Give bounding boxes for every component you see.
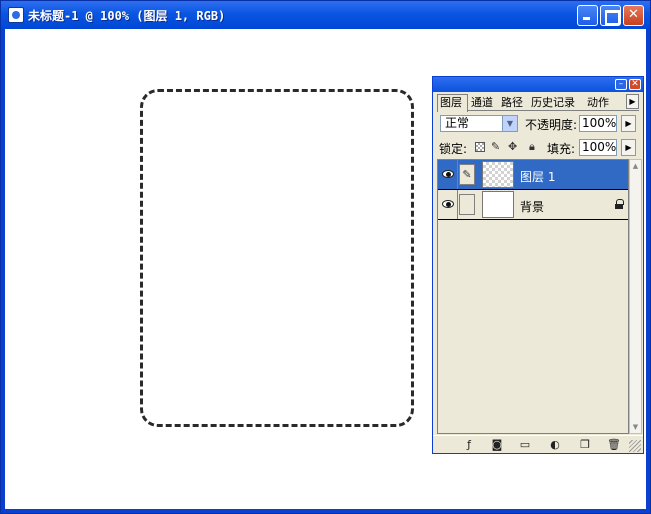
- opacity-slider-button[interactable]: ▶: [621, 115, 636, 132]
- blend-mode-select[interactable]: 正常 ▼: [440, 115, 518, 132]
- lock-icon: [614, 199, 624, 210]
- lock-transparent-pixels-icon[interactable]: [475, 142, 485, 152]
- blend-mode-value: 正常: [445, 116, 470, 130]
- adjustment-layer-icon[interactable]: ◐: [549, 439, 561, 451]
- layers-palette: – ✕ 图层 通道 路径 历史记录 动作 ▶ 正常 ▼ 不透明度: 100% ▶…: [432, 76, 644, 454]
- layer-name[interactable]: 图层 1: [520, 168, 555, 185]
- tab-actions[interactable]: 动作: [585, 95, 623, 111]
- layer-thumbnail: [482, 161, 514, 188]
- document-window: 未标题-1 @ 100% (图层 1, RGB) ✕ – ✕ 图层 通道 路径 …: [0, 0, 651, 514]
- lock-image-pixels-icon[interactable]: ✎: [491, 141, 500, 153]
- layer-mask-icon[interactable]: ◙: [491, 439, 503, 451]
- palette-tabs: 图层 通道 路径 历史记录 动作: [437, 94, 639, 112]
- rounded-rectangle-selection: [140, 89, 414, 427]
- minimize-button[interactable]: [577, 5, 598, 26]
- layer-row-layer-1[interactable]: ✎ 图层 1: [438, 160, 628, 190]
- window-title: 未标题-1 @ 100% (图层 1, RGB): [28, 9, 226, 23]
- layer-row-background[interactable]: 背景: [438, 190, 628, 220]
- scroll-up-icon[interactable]: ▲: [630, 160, 641, 172]
- tab-channels[interactable]: 通道: [469, 95, 498, 111]
- opacity-input[interactable]: 100%: [579, 115, 617, 132]
- palette-close-button[interactable]: ✕: [629, 79, 641, 90]
- layer-name[interactable]: 背景: [520, 198, 544, 215]
- photoshop-document-icon[interactable]: [8, 7, 24, 23]
- chevron-down-icon[interactable]: ▼: [502, 116, 517, 131]
- eye-icon: [442, 200, 454, 208]
- fill-input[interactable]: 100%: [579, 139, 617, 156]
- fill-label: 填充:: [547, 142, 576, 156]
- title-bar[interactable]: 未标题-1 @ 100% (图层 1, RGB) ✕: [1, 1, 650, 29]
- tab-history[interactable]: 历史记录: [529, 95, 584, 111]
- new-layer-icon[interactable]: ❐: [579, 439, 591, 451]
- palette-title-bar[interactable]: – ✕: [433, 77, 643, 92]
- layer-list-scrollbar[interactable]: ▲ ▼: [629, 159, 642, 434]
- link-cell[interactable]: [459, 194, 475, 215]
- lock-label: 锁定:: [439, 142, 468, 156]
- tab-paths[interactable]: 路径: [499, 95, 528, 111]
- palette-footer: ƒ ◙ ▭ ◐ ❐ 🗑︎: [433, 435, 643, 453]
- new-group-icon[interactable]: ▭: [519, 439, 531, 451]
- brush-link-icon[interactable]: ✎: [459, 164, 475, 185]
- layer-style-icon[interactable]: ƒ: [463, 439, 475, 451]
- layer-list: ✎ 图层 1 背景: [437, 159, 629, 434]
- close-button[interactable]: ✕: [623, 5, 644, 26]
- fill-slider-button[interactable]: ▶: [621, 139, 636, 156]
- visibility-toggle[interactable]: [438, 160, 458, 189]
- palette-menu-button[interactable]: ▶: [626, 94, 639, 109]
- palette-minimize-button[interactable]: –: [615, 79, 627, 90]
- maximize-button[interactable]: [600, 5, 621, 26]
- visibility-toggle[interactable]: [438, 190, 458, 219]
- resize-grip[interactable]: [629, 440, 641, 452]
- tab-layers[interactable]: 图层: [437, 94, 468, 112]
- scroll-down-icon[interactable]: ▼: [630, 421, 641, 433]
- eye-icon: [442, 170, 454, 178]
- lock-all-icon[interactable]: 🔒︎: [529, 141, 535, 153]
- layer-thumbnail: [482, 191, 514, 218]
- lock-position-icon[interactable]: ✥: [508, 141, 517, 153]
- trash-icon[interactable]: 🗑︎: [607, 439, 621, 451]
- opacity-label: 不透明度:: [525, 118, 578, 132]
